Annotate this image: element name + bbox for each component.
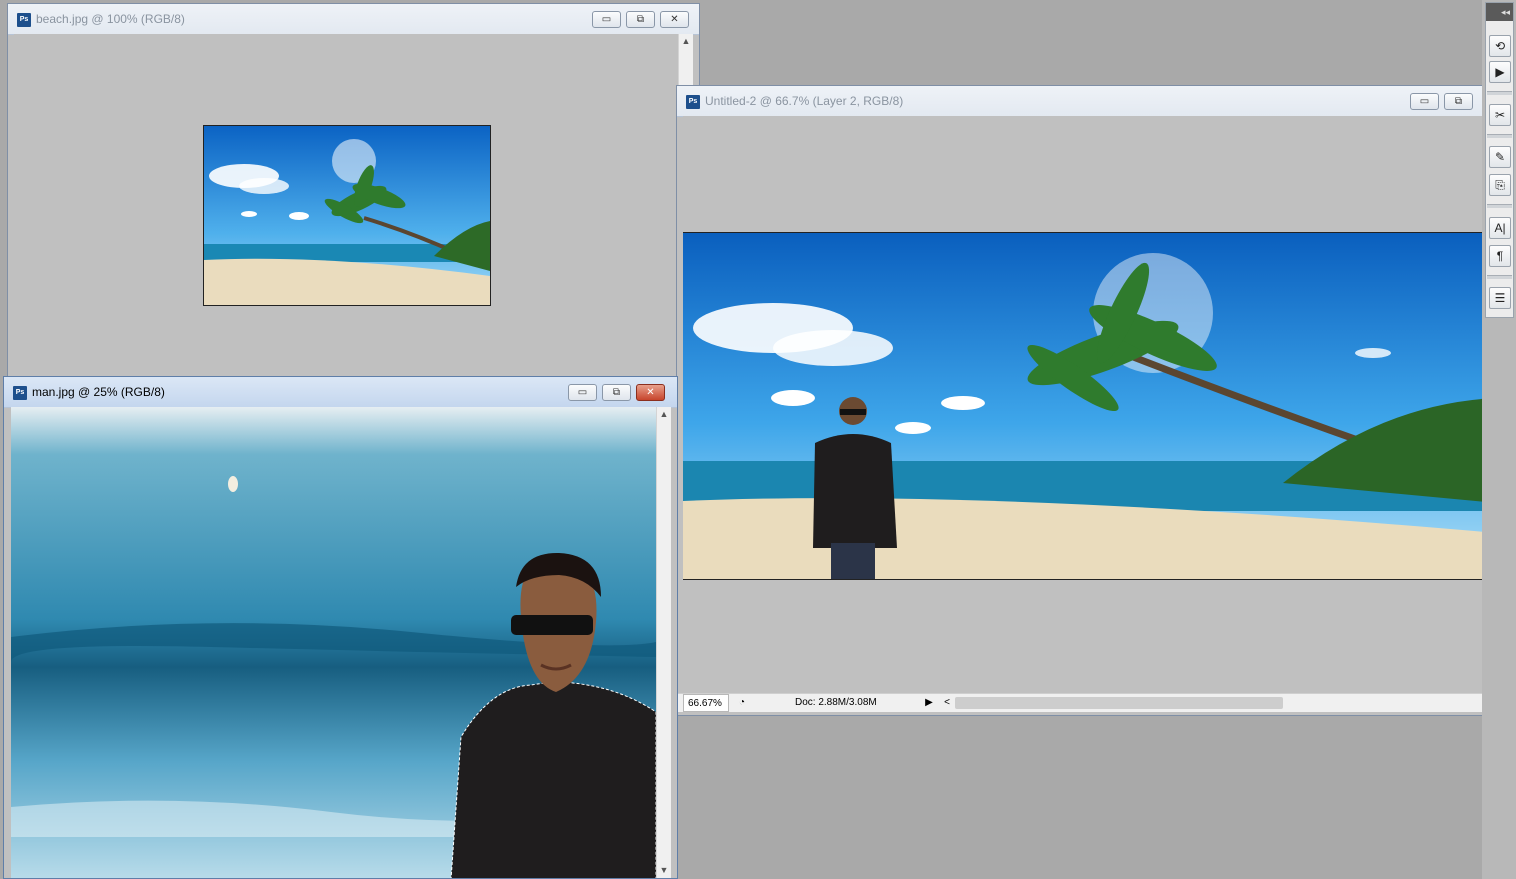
man-image — [11, 407, 656, 878]
doc-size-info: Doc: 2.88M/3.08M — [795, 697, 877, 708]
beach-document-window[interactable]: Ps beach.jpg @ 100% (RGB/8) ▭ ⧉ ✕ ▲ — [7, 3, 700, 378]
panel-icon-strip: ◂◂ ⟲ ▶ ✂ ✎ ⎘ A| ¶ ☰ — [1485, 2, 1514, 318]
brushes-icon[interactable]: ✎ — [1489, 146, 1511, 168]
notes-icon[interactable]: ☰ — [1489, 287, 1511, 309]
character-icon[interactable]: A| — [1489, 217, 1511, 239]
untitled-status-bar: 66.67% ◔ Doc: 2.88M/3.08M ▶ < > — [677, 693, 1511, 712]
dock-collapse-button[interactable]: ◂◂ — [1486, 3, 1513, 21]
horizontal-scroll-thumb[interactable] — [955, 697, 1283, 709]
dock-separator — [1487, 204, 1512, 208]
panel-dock: ◂◂ ⟲ ▶ ✂ ✎ ⎘ A| ¶ ☰ — [1482, 0, 1516, 879]
man-title-bar[interactable]: Ps man.jpg @ 25% (RGB/8) ▭ ⧉ ✕ — [4, 377, 677, 408]
man-document-window[interactable]: Ps man.jpg @ 25% (RGB/8) ▭ ⧉ ✕ ▲ ▼ — [3, 376, 678, 879]
photoshop-doc-icon: Ps — [686, 95, 700, 109]
scroll-up-arrow[interactable]: ▲ — [679, 36, 693, 46]
composite-image — [683, 232, 1497, 580]
window-title: man.jpg @ 25% (RGB/8) — [32, 385, 165, 399]
actions-icon[interactable]: ▶ — [1489, 61, 1511, 83]
man-canvas-area[interactable] — [11, 407, 656, 878]
untitled-document-window[interactable]: Ps Untitled-2 @ 66.7% (Layer 2, RGB/8) ▭… — [676, 85, 1512, 716]
dock-separator — [1487, 91, 1512, 95]
tool-presets-icon[interactable]: ✂ — [1489, 104, 1511, 126]
photoshop-doc-icon: Ps — [17, 13, 31, 27]
window-title: Untitled-2 @ 66.7% (Layer 2, RGB/8) — [705, 94, 904, 108]
scroll-down-arrow[interactable]: ▼ — [657, 865, 671, 875]
dock-separator — [1487, 275, 1512, 279]
zoom-level-field[interactable]: 66.67% — [683, 694, 729, 712]
scroll-left-arrow[interactable]: < — [941, 694, 953, 712]
minimize-button[interactable]: ▭ — [1410, 93, 1439, 110]
beach-title-bar[interactable]: Ps beach.jpg @ 100% (RGB/8) ▭ ⧉ ✕ — [8, 4, 699, 35]
minimize-button[interactable]: ▭ — [568, 384, 597, 401]
window-title: beach.jpg @ 100% (RGB/8) — [36, 12, 185, 26]
untitled-title-bar[interactable]: Ps Untitled-2 @ 66.7% (Layer 2, RGB/8) ▭… — [677, 86, 1511, 117]
photoshop-doc-icon: Ps — [13, 386, 27, 400]
untitled-canvas-area[interactable] — [683, 116, 1497, 693]
restore-button[interactable]: ⧉ — [1444, 93, 1473, 110]
close-button[interactable]: ✕ — [660, 11, 689, 28]
history-icon[interactable]: ⟲ — [1489, 35, 1511, 57]
restore-button[interactable]: ⧉ — [626, 11, 655, 28]
dock-separator — [1487, 134, 1512, 138]
man-vertical-scrollbar[interactable]: ▲ ▼ — [656, 407, 671, 878]
status-menu-arrow[interactable]: ▶ — [923, 694, 935, 712]
close-button[interactable]: ✕ — [636, 384, 665, 401]
paragraph-icon[interactable]: ¶ — [1489, 245, 1511, 267]
restore-button[interactable]: ⧉ — [602, 384, 631, 401]
clone-source-icon[interactable]: ⎘ — [1489, 174, 1511, 196]
beach-canvas-area[interactable] — [14, 34, 678, 377]
status-info-icon: ◔ — [738, 697, 746, 708]
beach-image — [203, 125, 491, 306]
scroll-up-arrow[interactable]: ▲ — [657, 409, 671, 419]
minimize-button[interactable]: ▭ — [592, 11, 621, 28]
